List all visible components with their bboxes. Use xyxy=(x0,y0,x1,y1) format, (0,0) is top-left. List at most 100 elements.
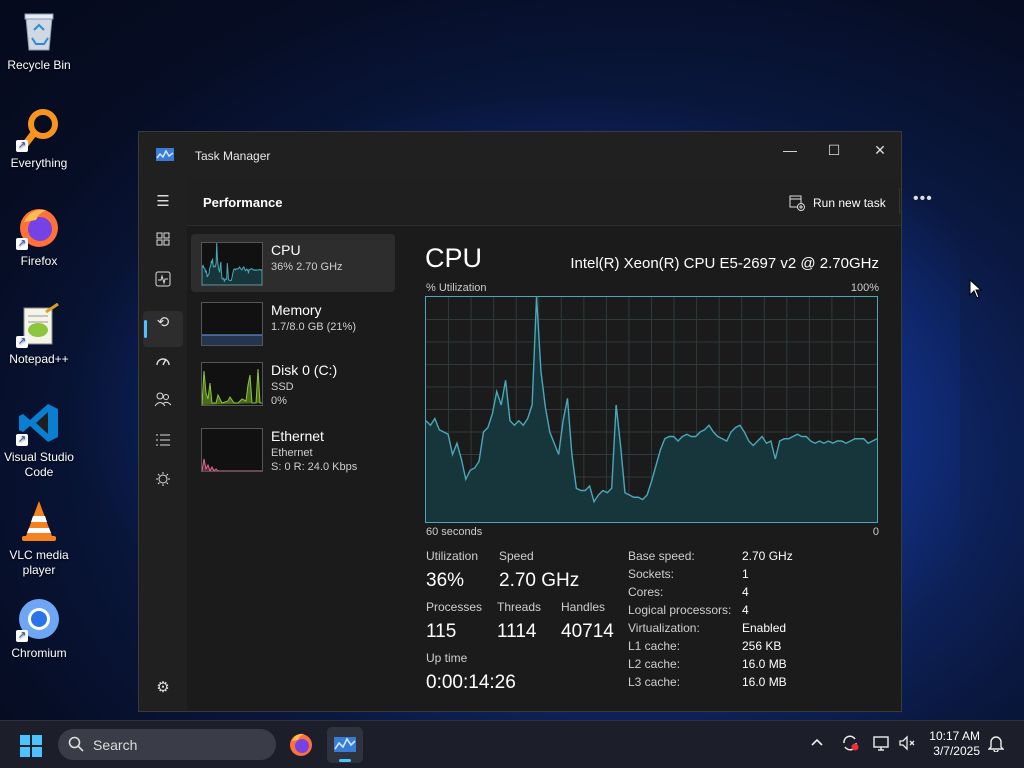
clock-date: 3/7/2025 xyxy=(933,744,980,758)
spec-value: 4 xyxy=(742,603,749,617)
spec-value: 1 xyxy=(742,567,749,581)
search-icon xyxy=(68,736,84,752)
device-detail: 36% 2.70 GHz xyxy=(271,261,343,273)
taskbar-clock[interactable]: 10:17 AM 3/7/2025 xyxy=(929,729,980,759)
processes-value: 115 xyxy=(426,621,457,642)
device-detail: 0% xyxy=(271,395,287,407)
shortcut-arrow-icon: ↗ xyxy=(16,140,28,152)
start-button[interactable] xyxy=(20,735,42,757)
window-title: Task Manager xyxy=(195,149,271,163)
utilization-label: Utilization xyxy=(426,549,479,563)
memory-thumbnail-graph xyxy=(201,302,263,346)
desktop-icon-chromium[interactable]: ↗ Chromium xyxy=(0,596,78,661)
spec-value: 4 xyxy=(742,585,749,599)
handles-label: Handles xyxy=(561,600,606,614)
speed-label: Speed xyxy=(499,549,534,563)
device-item-memory[interactable]: Memory 1.7/8.0 GB (21%) xyxy=(191,294,395,352)
more-options-button[interactable]: ••• xyxy=(913,190,933,208)
header-divider xyxy=(899,188,900,214)
search-placeholder: Search xyxy=(93,737,138,753)
cpu-model-name: Intel(R) Xeon(R) CPU E5-2697 v2 @ 2.70GH… xyxy=(570,255,879,272)
maximize-button[interactable]: ☐ xyxy=(811,136,857,164)
taskbar-firefox-button[interactable] xyxy=(283,727,319,763)
threads-label: Threads xyxy=(497,600,542,614)
desktop-icon-label: VLC media player xyxy=(9,548,69,577)
nav-rail: ☰ ⟲ ⚙ xyxy=(139,178,187,711)
device-item-ethernet[interactable]: Ethernet Ethernet S: 0 R: 24.0 Kbps xyxy=(191,420,395,478)
device-item-cpu[interactable]: CPU 36% 2.70 GHz xyxy=(191,234,395,292)
notepad-plus-plus-icon: ↗ xyxy=(16,302,62,348)
firefox-icon: ↗ xyxy=(16,204,62,250)
device-item-disk[interactable]: Disk 0 (C:) SSD 0% xyxy=(191,354,395,412)
desktop-icon-label: Everything xyxy=(10,156,68,170)
performance-icon[interactable] xyxy=(151,271,175,295)
utilization-axis-label: % Utilization xyxy=(426,282,487,294)
task-manager-icon xyxy=(156,148,174,161)
spec-value: Enabled xyxy=(742,621,787,635)
cpu-thumbnail-graph xyxy=(201,242,263,286)
ethernet-thumbnail-graph xyxy=(201,428,263,472)
utilization-axis-max: 100% xyxy=(850,282,879,294)
spec-key: L2 cache: xyxy=(628,657,681,671)
spec-value: 16.0 MB xyxy=(742,657,787,671)
sync-status-icon[interactable] xyxy=(841,734,859,755)
device-detail: Ethernet xyxy=(271,447,313,459)
utilization-value: 36% xyxy=(426,570,465,591)
spec-key: Logical processors: xyxy=(628,603,732,617)
run-new-task-label: Run new task xyxy=(813,196,886,210)
device-name: Disk 0 (C:) xyxy=(271,362,338,378)
users-icon[interactable] xyxy=(151,391,175,415)
device-list: CPU 36% 2.70 GHz Memory 1.7/8.0 GB (21%)… xyxy=(187,226,397,711)
minimize-button[interactable]: — xyxy=(767,136,813,164)
show-hidden-icons-chevron-icon[interactable] xyxy=(811,735,823,752)
page-title: Performance xyxy=(203,195,283,210)
threads-value: 1114 xyxy=(497,621,537,642)
cpu-thumbnail-area xyxy=(202,243,262,285)
spec-key: Sockets: xyxy=(628,567,675,581)
shortcut-arrow-icon: ↗ xyxy=(16,630,28,642)
device-name: Memory xyxy=(271,302,322,318)
desktop-icon-label: Recycle Bin xyxy=(7,58,71,72)
shortcut-arrow-icon: ↗ xyxy=(16,336,28,348)
shortcut-arrow-icon: ↗ xyxy=(16,238,28,250)
volume-muted-icon[interactable] xyxy=(898,734,916,755)
details-icon[interactable] xyxy=(151,431,175,455)
title-bar[interactable]: Task Manager — ☐ ✕ xyxy=(139,132,901,178)
desktop-icon-vscode[interactable]: ↗ Visual Studio Code xyxy=(0,400,78,480)
chromium-icon: ↗ xyxy=(16,596,62,642)
spec-value: 2.70 GHz xyxy=(742,549,793,563)
task-manager-icon xyxy=(334,737,356,762)
disk-thumbnail-graph xyxy=(201,362,263,406)
spec-key: Base speed: xyxy=(628,549,695,563)
taskbar-search-box[interactable]: Search xyxy=(58,729,276,760)
device-name: CPU xyxy=(271,242,301,258)
spec-key: L3 cache: xyxy=(628,675,681,689)
processes-label: Processes xyxy=(426,600,483,614)
processes-icon[interactable] xyxy=(151,230,175,254)
desktop-icon-notepad-plus-plus[interactable]: ↗ Notepad++ xyxy=(0,302,78,367)
desktop-icon-label: Visual Studio Code xyxy=(4,450,74,479)
shortcut-arrow-icon: ↗ xyxy=(16,434,28,446)
nav-active-indicator xyxy=(144,320,147,338)
spec-value: 256 KB xyxy=(742,639,782,653)
device-detail: S: 0 R: 24.0 Kbps xyxy=(271,461,358,473)
desktop-icon-recycle-bin[interactable]: Recycle Bin xyxy=(0,8,78,73)
startup-apps-icon[interactable] xyxy=(151,351,175,375)
network-status-icon[interactable] xyxy=(872,734,890,755)
time-axis-zero: 0 xyxy=(872,526,879,538)
desktop-icon-everything[interactable]: ↗ Everything xyxy=(0,106,78,171)
desktop-icon-label: Chromium xyxy=(11,646,67,660)
spec-key: L1 cache: xyxy=(628,639,681,653)
desktop-icon-firefox[interactable]: ↗ Firefox xyxy=(0,204,78,269)
firefox-icon xyxy=(290,733,312,756)
taskbar-task-manager-button[interactable] xyxy=(327,727,363,763)
settings-gear-icon[interactable]: ⚙ xyxy=(151,676,175,700)
hamburger-menu-icon[interactable]: ☰ xyxy=(151,190,175,214)
task-manager-window[interactable]: Task Manager — ☐ ✕ ☰ ⟲ ⚙ Performance Run… xyxy=(138,131,932,712)
cpu-utilization-graph xyxy=(425,296,878,523)
close-button[interactable]: ✕ xyxy=(857,136,903,164)
app-history-icon[interactable]: ⟲ xyxy=(151,311,175,335)
services-icon[interactable] xyxy=(151,471,175,495)
notification-bell-icon[interactable] xyxy=(987,734,1005,755)
desktop-icon-vlc[interactable]: VLC media player xyxy=(0,498,78,578)
